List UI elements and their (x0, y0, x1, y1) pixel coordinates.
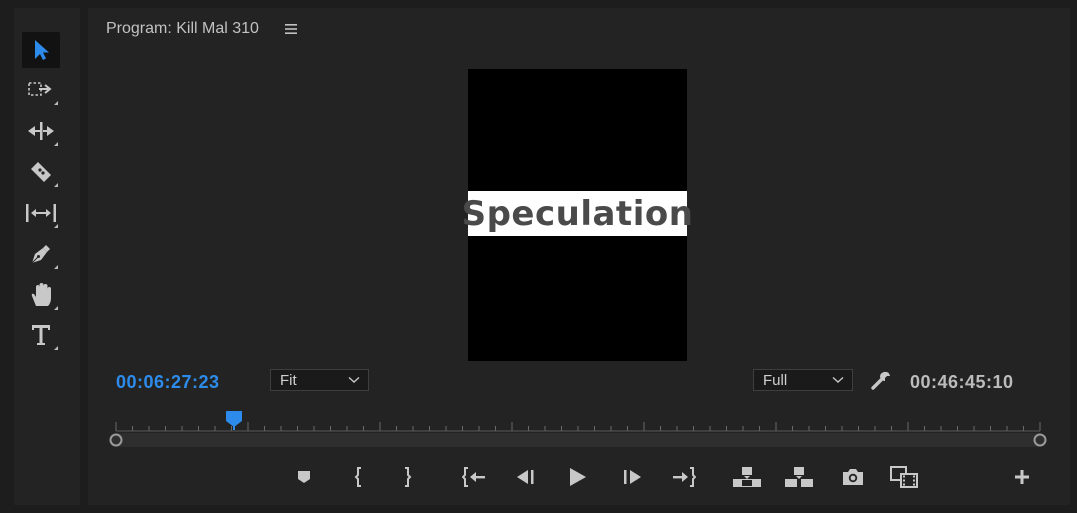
mark-out-icon (405, 467, 412, 487)
hand-tool[interactable] (22, 277, 60, 313)
track-select-tool[interactable] (22, 72, 60, 108)
compare-view-button[interactable] (889, 463, 919, 491)
ripple-edit-tool[interactable] (22, 113, 60, 149)
chevron-down-icon (832, 376, 844, 383)
play-icon (570, 468, 586, 486)
scroll-handle-right (1033, 433, 1047, 447)
playback-resolution-value: Full (763, 371, 788, 389)
zoom-level-dropdown[interactable]: Fit (270, 369, 369, 391)
video-frame[interactable]: Speculation (462, 69, 693, 361)
title-card: Speculation (462, 191, 693, 236)
premiere-window: Program: Kill Mal 310 Speculation 00:06:… (0, 0, 1077, 513)
wrench-icon[interactable] (870, 369, 892, 391)
track-select-icon (28, 82, 52, 96)
extract-icon (785, 467, 813, 487)
add-marker-button[interactable] (289, 463, 319, 491)
lift-button[interactable] (732, 463, 762, 491)
selection-tool[interactable] (22, 32, 60, 68)
razor-icon (31, 162, 51, 182)
mark-in-icon (354, 467, 361, 487)
go-to-in-button[interactable] (460, 463, 490, 491)
razor-tool[interactable] (22, 154, 60, 190)
compare-view-icon (890, 466, 918, 488)
hamburger-menu-icon[interactable] (284, 22, 298, 36)
current-timecode[interactable]: 00:06:27:23 (116, 372, 220, 393)
zoom-scrollbar-track (116, 433, 1040, 447)
go-to-out-button[interactable] (668, 463, 698, 491)
mark-out-button[interactable] (392, 463, 422, 491)
step-back-button[interactable] (511, 463, 541, 491)
lift-icon (733, 467, 761, 487)
plus-icon (1015, 470, 1029, 484)
export-frame-button[interactable] (838, 463, 868, 491)
arrow-icon (35, 40, 49, 60)
panel-title[interactable]: Program: Kill Mal 310 (106, 20, 259, 38)
timeline-ruler[interactable] (108, 408, 1048, 458)
program-monitor-panel: Program: Kill Mal 310 Speculation 00:06:… (88, 8, 1070, 505)
title-card-text: Speculation (461, 193, 694, 234)
pen-icon (31, 245, 50, 264)
chevron-down-icon (348, 376, 360, 383)
slip-icon (26, 204, 56, 222)
mark-in-button[interactable] (344, 463, 374, 491)
tools-panel (14, 8, 80, 505)
step-back-icon (517, 470, 534, 484)
zoom-level-value: Fit (280, 371, 297, 389)
pen-tool[interactable] (22, 236, 60, 272)
go-to-out-icon (673, 467, 696, 487)
play-button[interactable] (562, 463, 592, 491)
scroll-handle-left (109, 433, 123, 447)
playback-resolution-dropdown[interactable]: Full (753, 369, 853, 391)
slip-tool[interactable] (22, 195, 60, 231)
ripple-edit-icon (28, 122, 54, 140)
playhead[interactable] (225, 410, 243, 430)
go-to-in-icon (462, 467, 485, 487)
camera-icon (843, 469, 863, 485)
hand-icon (31, 283, 51, 306)
type-icon (32, 325, 50, 345)
extract-button[interactable] (784, 463, 814, 491)
step-forward-button[interactable] (617, 463, 647, 491)
step-forward-icon (624, 470, 641, 484)
ruler-ticks (109, 422, 1047, 447)
marker-icon (298, 471, 310, 483)
type-tool[interactable] (22, 317, 60, 353)
button-editor-add-button[interactable] (1007, 463, 1037, 491)
duration-timecode: 00:46:45:10 (910, 372, 1014, 392)
